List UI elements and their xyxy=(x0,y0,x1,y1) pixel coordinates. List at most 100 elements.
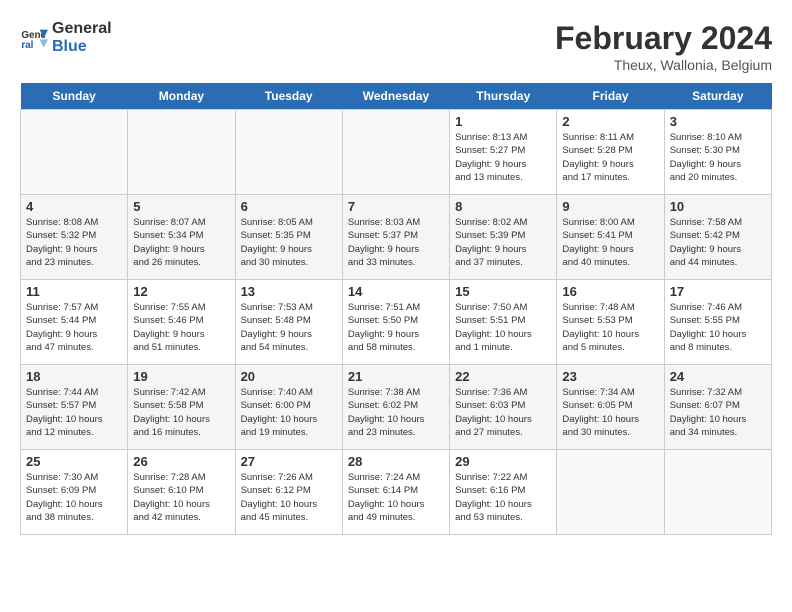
day-info: Sunrise: 7:42 AM Sunset: 5:58 PM Dayligh… xyxy=(133,386,229,439)
day-number: 24 xyxy=(670,369,766,384)
location-subtitle: Theux, Wallonia, Belgium xyxy=(555,57,772,73)
calendar-day-cell: 15 Sunrise: 7:50 AM Sunset: 5:51 PM Dayli… xyxy=(450,280,557,365)
day-number: 4 xyxy=(26,199,122,214)
calendar-day-cell xyxy=(235,110,342,195)
day-info: Sunrise: 7:46 AM Sunset: 5:55 PM Dayligh… xyxy=(670,301,766,354)
calendar-day-cell: 20 Sunrise: 7:40 AM Sunset: 6:00 PM Dayli… xyxy=(235,365,342,450)
calendar-day-cell: 25Sunrise: 7:30 AM Sunset: 6:09 PM Dayli… xyxy=(21,450,128,535)
day-of-week-header: Sunday xyxy=(21,83,128,110)
day-of-week-header: Tuesday xyxy=(235,83,342,110)
day-info: Sunrise: 7:36 AM Sunset: 6:03 PM Dayligh… xyxy=(455,386,551,439)
calendar-day-cell: 12 Sunrise: 7:55 AM Sunset: 5:46 PM Dayli… xyxy=(128,280,235,365)
day-number: 21 xyxy=(348,369,444,384)
calendar-day-cell: 21 Sunrise: 7:38 AM Sunset: 6:02 PM Dayli… xyxy=(342,365,449,450)
calendar-day-cell: 26Sunrise: 7:28 AM Sunset: 6:10 PM Dayli… xyxy=(128,450,235,535)
day-info: Sunrise: 7:38 AM Sunset: 6:02 PM Dayligh… xyxy=(348,386,444,439)
day-of-week-header: Saturday xyxy=(664,83,771,110)
day-of-week-header: Wednesday xyxy=(342,83,449,110)
calendar-day-cell: 29 Sunrise: 7:22 AM Sunset: 6:16 PM Dayli… xyxy=(450,450,557,535)
day-number: 6 xyxy=(241,199,337,214)
day-number: 28 xyxy=(348,454,444,469)
day-number: 11 xyxy=(26,284,122,299)
calendar-day-cell: 23 Sunrise: 7:34 AM Sunset: 6:05 PM Dayli… xyxy=(557,365,664,450)
day-number: 18 xyxy=(26,369,122,384)
calendar-day-cell: 24 Sunrise: 7:32 AM Sunset: 6:07 PM Dayli… xyxy=(664,365,771,450)
day-info: Sunrise: 7:40 AM Sunset: 6:00 PM Dayligh… xyxy=(241,386,337,439)
day-info: Sunrise: 7:55 AM Sunset: 5:46 PM Dayligh… xyxy=(133,301,229,354)
day-of-week-header: Monday xyxy=(128,83,235,110)
day-info: Sunrise: 7:48 AM Sunset: 5:53 PM Dayligh… xyxy=(562,301,658,354)
calendar-day-cell: 8Sunrise: 8:02 AM Sunset: 5:39 PM Daylig… xyxy=(450,195,557,280)
day-number: 3 xyxy=(670,114,766,129)
calendar-day-cell: 17 Sunrise: 7:46 AM Sunset: 5:55 PM Dayli… xyxy=(664,280,771,365)
calendar-day-cell: 16 Sunrise: 7:48 AM Sunset: 5:53 PM Dayli… xyxy=(557,280,664,365)
calendar-week-row: 4 Sunrise: 8:08 AM Sunset: 5:32 PM Daylig… xyxy=(21,195,772,280)
month-year-title: February 2024 xyxy=(555,20,772,57)
day-number: 7 xyxy=(348,199,444,214)
day-number: 29 xyxy=(455,454,551,469)
calendar-week-row: 25Sunrise: 7:30 AM Sunset: 6:09 PM Dayli… xyxy=(21,450,772,535)
logo-text-line1: General xyxy=(52,20,112,38)
calendar-day-cell xyxy=(664,450,771,535)
calendar-day-cell: 28 Sunrise: 7:24 AM Sunset: 6:14 PM Dayli… xyxy=(342,450,449,535)
day-number: 5 xyxy=(133,199,229,214)
day-number: 14 xyxy=(348,284,444,299)
day-number: 1 xyxy=(455,114,551,129)
calendar-week-row: 18 Sunrise: 7:44 AM Sunset: 5:57 PM Dayli… xyxy=(21,365,772,450)
calendar-day-cell: 5 Sunrise: 8:07 AM Sunset: 5:34 PM Daylig… xyxy=(128,195,235,280)
day-info: Sunrise: 7:50 AM Sunset: 5:51 PM Dayligh… xyxy=(455,301,551,354)
day-number: 12 xyxy=(133,284,229,299)
day-info: Sunrise: 7:24 AM Sunset: 6:14 PM Dayligh… xyxy=(348,471,444,524)
day-number: 15 xyxy=(455,284,551,299)
svg-text:ral: ral xyxy=(21,39,33,50)
calendar-day-cell xyxy=(342,110,449,195)
calendar-day-cell: 10 Sunrise: 7:58 AM Sunset: 5:42 PM Dayli… xyxy=(664,195,771,280)
day-info: Sunrise: 7:44 AM Sunset: 5:57 PM Dayligh… xyxy=(26,386,122,439)
day-info: Sunrise: 8:13 AM Sunset: 5:27 PM Dayligh… xyxy=(455,131,551,184)
day-info: Sunrise: 7:22 AM Sunset: 6:16 PM Dayligh… xyxy=(455,471,551,524)
day-info: Sunrise: 7:51 AM Sunset: 5:50 PM Dayligh… xyxy=(348,301,444,354)
calendar-day-cell: 11 Sunrise: 7:57 AM Sunset: 5:44 PM Dayli… xyxy=(21,280,128,365)
day-number: 2 xyxy=(562,114,658,129)
day-number: 13 xyxy=(241,284,337,299)
day-info: Sunrise: 7:28 AM Sunset: 6:10 PM Dayligh… xyxy=(133,471,229,524)
day-info: Sunrise: 8:05 AM Sunset: 5:35 PM Dayligh… xyxy=(241,216,337,269)
day-info: Sunrise: 7:58 AM Sunset: 5:42 PM Dayligh… xyxy=(670,216,766,269)
calendar-table: SundayMondayTuesdayWednesdayThursdayFrid… xyxy=(20,83,772,535)
day-number: 23 xyxy=(562,369,658,384)
day-number: 17 xyxy=(670,284,766,299)
day-number: 16 xyxy=(562,284,658,299)
calendar-day-cell: 14 Sunrise: 7:51 AM Sunset: 5:50 PM Dayli… xyxy=(342,280,449,365)
day-number: 27 xyxy=(241,454,337,469)
calendar-day-cell: 22 Sunrise: 7:36 AM Sunset: 6:03 PM Dayli… xyxy=(450,365,557,450)
day-of-week-header: Friday xyxy=(557,83,664,110)
calendar-day-cell: 3Sunrise: 8:10 AM Sunset: 5:30 PM Daylig… xyxy=(664,110,771,195)
page-header: Gene ral General Blue February 2024 Theu… xyxy=(20,20,772,73)
calendar-day-cell: 7 Sunrise: 8:03 AM Sunset: 5:37 PM Daylig… xyxy=(342,195,449,280)
day-info: Sunrise: 7:34 AM Sunset: 6:05 PM Dayligh… xyxy=(562,386,658,439)
day-info: Sunrise: 7:30 AM Sunset: 6:09 PM Dayligh… xyxy=(26,471,122,524)
calendar-day-cell xyxy=(128,110,235,195)
calendar-day-cell: 6 Sunrise: 8:05 AM Sunset: 5:35 PM Daylig… xyxy=(235,195,342,280)
logo-icon: Gene ral xyxy=(20,24,48,52)
day-number: 19 xyxy=(133,369,229,384)
day-info: Sunrise: 7:32 AM Sunset: 6:07 PM Dayligh… xyxy=(670,386,766,439)
calendar-day-cell: 4 Sunrise: 8:08 AM Sunset: 5:32 PM Daylig… xyxy=(21,195,128,280)
day-info: Sunrise: 8:03 AM Sunset: 5:37 PM Dayligh… xyxy=(348,216,444,269)
day-info: Sunrise: 8:00 AM Sunset: 5:41 PM Dayligh… xyxy=(562,216,658,269)
calendar-day-cell: 27Sunrise: 7:26 AM Sunset: 6:12 PM Dayli… xyxy=(235,450,342,535)
day-number: 10 xyxy=(670,199,766,214)
day-number: 20 xyxy=(241,369,337,384)
calendar-header-row: SundayMondayTuesdayWednesdayThursdayFrid… xyxy=(21,83,772,110)
calendar-day-cell: 18 Sunrise: 7:44 AM Sunset: 5:57 PM Dayli… xyxy=(21,365,128,450)
day-info: Sunrise: 8:11 AM Sunset: 5:28 PM Dayligh… xyxy=(562,131,658,184)
calendar-week-row: 11 Sunrise: 7:57 AM Sunset: 5:44 PM Dayli… xyxy=(21,280,772,365)
day-info: Sunrise: 8:08 AM Sunset: 5:32 PM Dayligh… xyxy=(26,216,122,269)
day-info: Sunrise: 8:07 AM Sunset: 5:34 PM Dayligh… xyxy=(133,216,229,269)
logo: Gene ral General Blue xyxy=(20,20,112,55)
calendar-week-row: 1 Sunrise: 8:13 AM Sunset: 5:27 PM Daylig… xyxy=(21,110,772,195)
day-number: 22 xyxy=(455,369,551,384)
day-info: Sunrise: 7:57 AM Sunset: 5:44 PM Dayligh… xyxy=(26,301,122,354)
title-block: February 2024 Theux, Wallonia, Belgium xyxy=(555,20,772,73)
calendar-day-cell: 13Sunrise: 7:53 AM Sunset: 5:48 PM Dayli… xyxy=(235,280,342,365)
